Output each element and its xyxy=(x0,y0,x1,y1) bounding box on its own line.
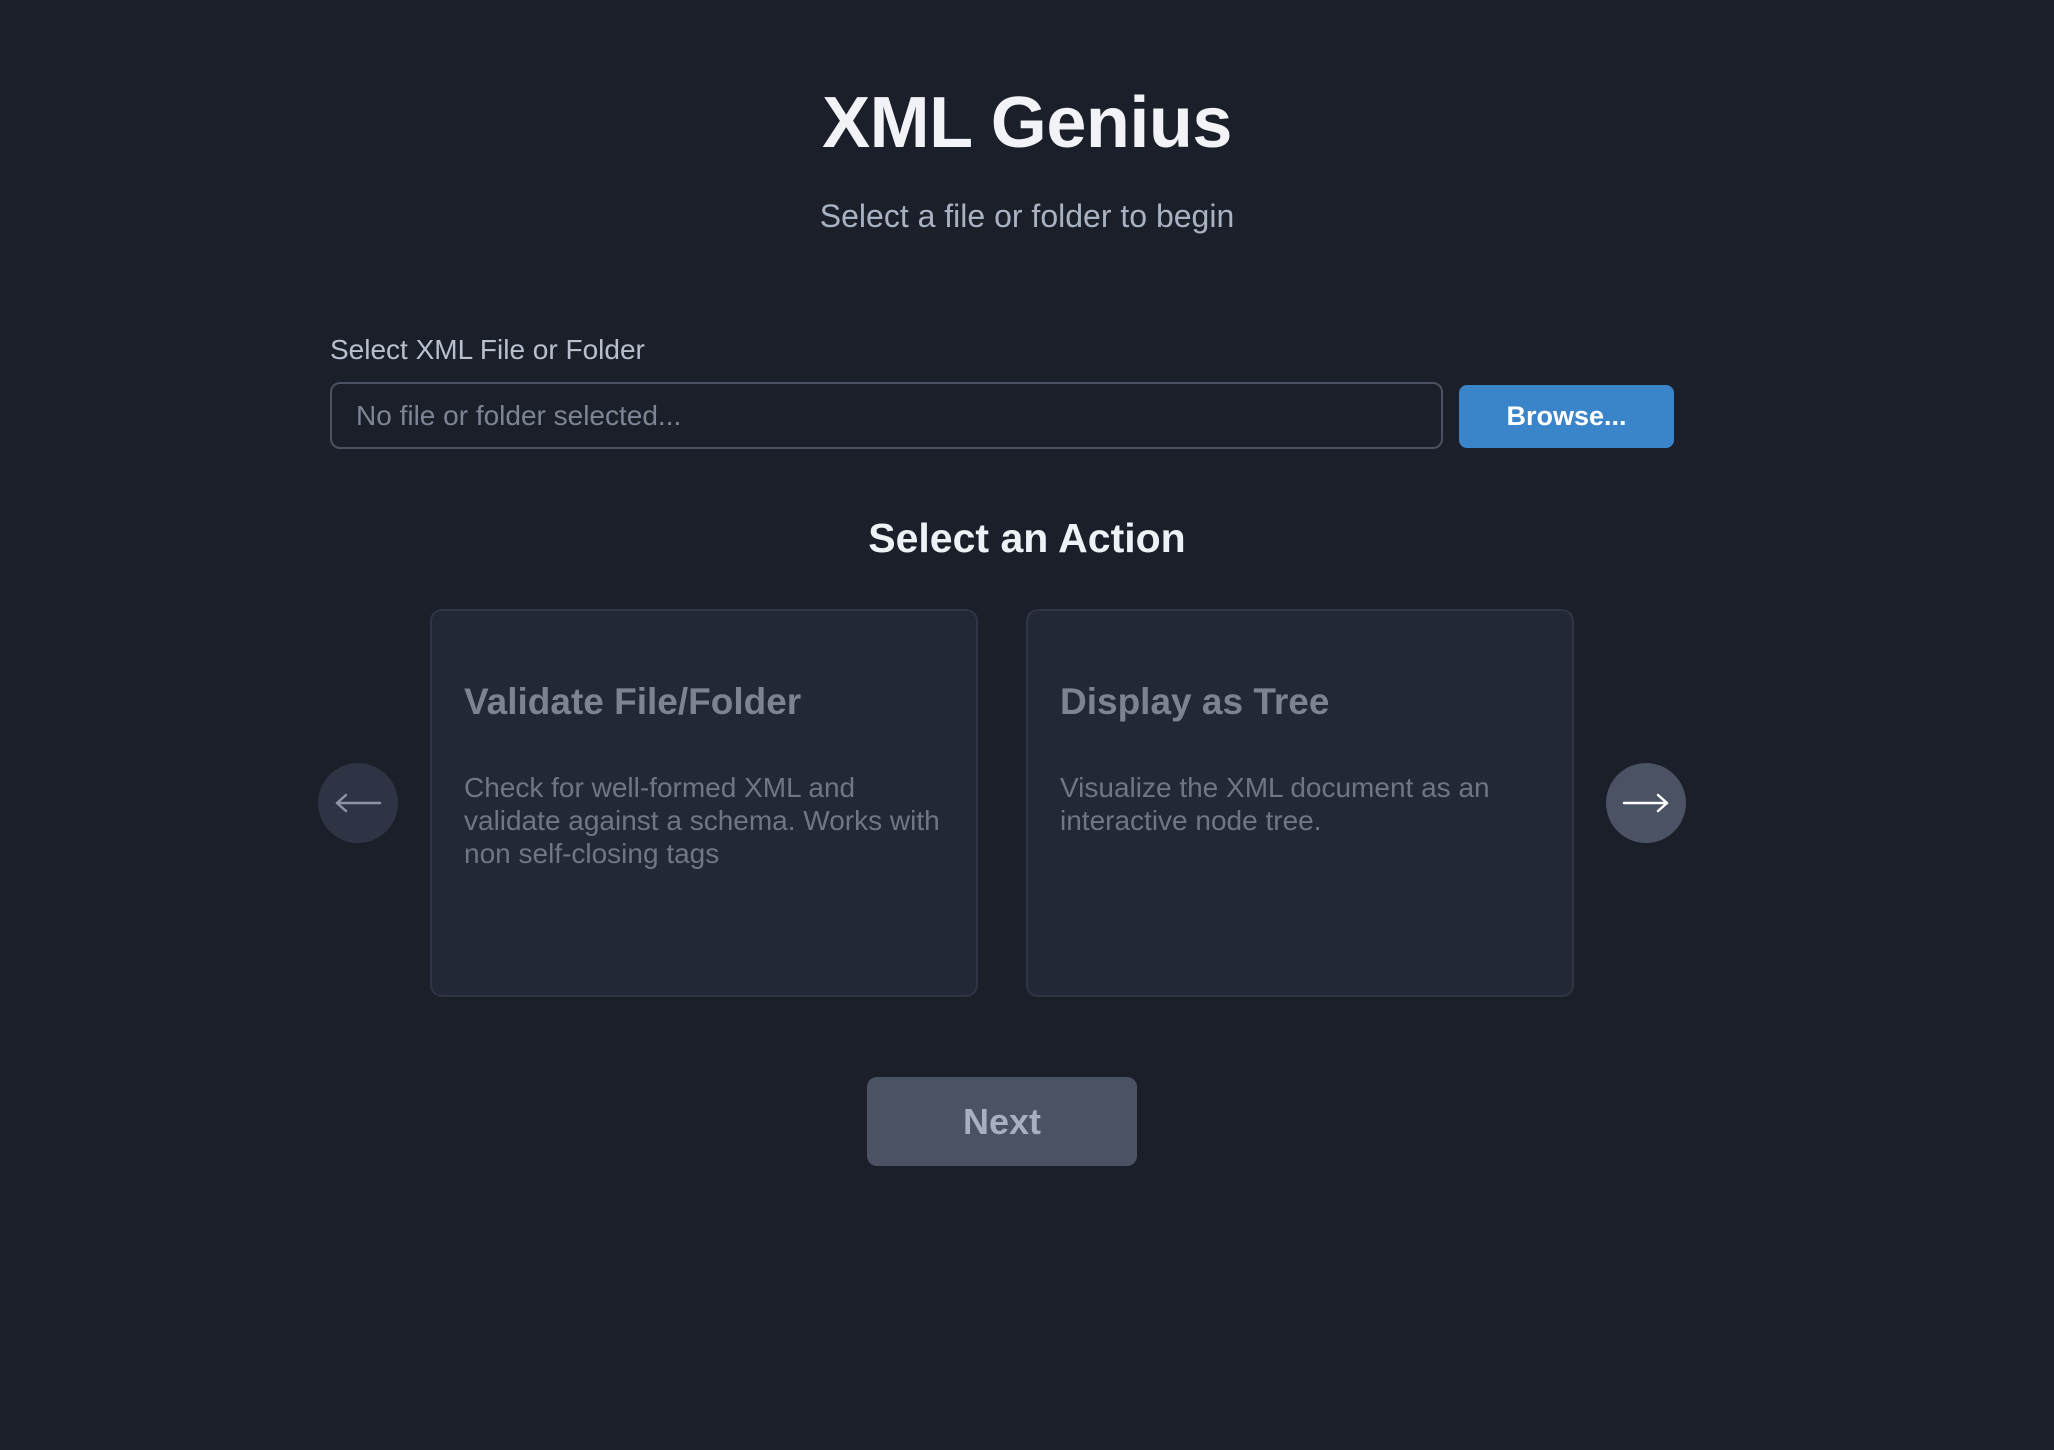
action-card-tree[interactable]: Display as Tree Visualize the XML docume… xyxy=(1026,609,1574,997)
action-card-validate[interactable]: Validate File/Folder Check for well-form… xyxy=(430,609,978,997)
carousel-prev-button[interactable] xyxy=(318,763,398,843)
next-button[interactable]: Next xyxy=(867,1077,1137,1166)
arrow-right-icon xyxy=(1622,793,1669,813)
arrow-left-icon xyxy=(335,793,382,813)
carousel-next-button[interactable] xyxy=(1606,763,1686,843)
file-path-input[interactable] xyxy=(330,382,1443,449)
action-card-title: Display as Tree xyxy=(1060,681,1330,722)
xml-genius-start-screen: XML Genius Select a file or folder to be… xyxy=(0,0,2054,1450)
browse-button[interactable]: Browse... xyxy=(1459,385,1674,448)
action-card-title: Validate File/Folder xyxy=(464,681,802,722)
action-card-description: Visualize the XML document as an interac… xyxy=(1060,772,1490,836)
action-card-description: Check for well-formed XML and validate a… xyxy=(464,772,940,869)
app-title: XML Genius xyxy=(822,83,1232,163)
file-select-label: Select XML File or Folder xyxy=(330,334,645,365)
app-subtitle: Select a file or folder to begin xyxy=(819,198,1235,234)
action-section-title: Select an Action xyxy=(868,515,1186,561)
